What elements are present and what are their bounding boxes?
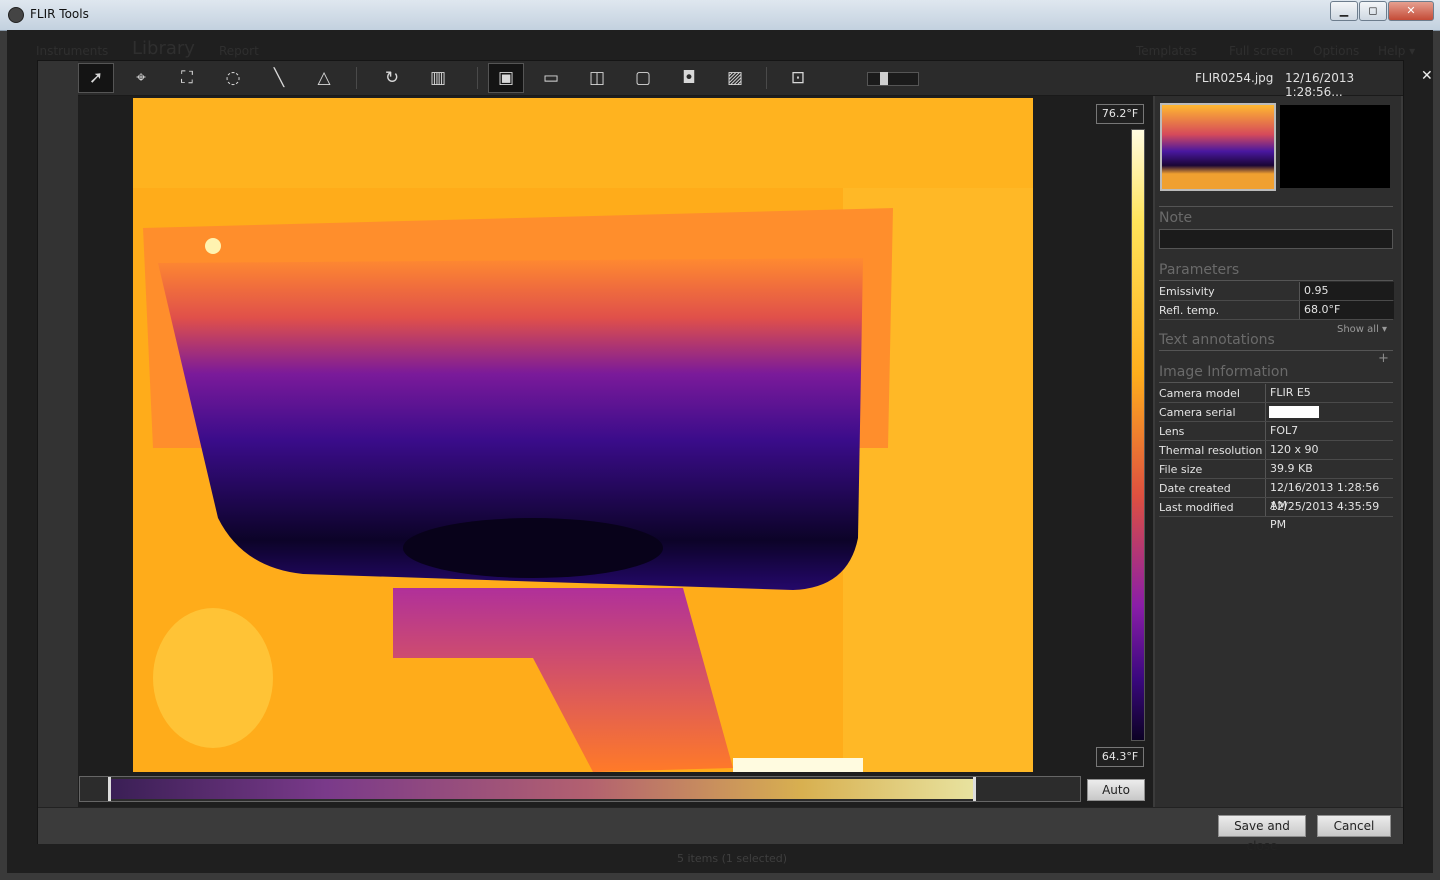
info-value: FOL7 [1265, 422, 1298, 440]
app-icon [8, 7, 24, 23]
info-row: Thermal resolution 120 x 90 [1159, 441, 1393, 460]
info-label: Camera serial [1159, 406, 1236, 419]
status-bar-text: 5 items (1 selected) [677, 852, 788, 865]
box-area-icon[interactable]: ⛶ [170, 64, 204, 92]
fit-icon[interactable]: ⊡ [781, 64, 815, 92]
rotate-icon[interactable]: ↻ [375, 64, 409, 92]
info-label: Camera model [1159, 387, 1240, 400]
info-label: Date created [1159, 482, 1231, 495]
info-label: Last modified [1159, 501, 1234, 514]
maximize-button[interactable]: ◻ [1359, 1, 1387, 21]
nav-fullscreen[interactable]: Full screen [1229, 44, 1293, 58]
image-mode-photo-icon[interactable]: ◘ [672, 64, 706, 92]
editor-toolbar: ➚ ⌖ ⛶ ◌ ╲ △ ↻ ▥ ▣ ▭ ◫ ▢ ◘ ▨ ⊡ FLIR0254.j… [78, 61, 1433, 99]
info-label: Lens [1159, 425, 1185, 438]
close-window-button[interactable]: ✕ [1388, 1, 1434, 21]
note-input[interactable] [1159, 229, 1393, 249]
show-all-link[interactable]: Show all ▾ [1337, 324, 1387, 335]
info-value: 12/25/2013 4:35:59 PM [1265, 498, 1393, 531]
section-divider [1159, 350, 1393, 351]
text-annotations-section-title: Text annotations [1159, 332, 1275, 348]
image-info-section-title: Image Information [1159, 364, 1289, 380]
thermal-image-graphic [133, 98, 1033, 772]
scale-max-temp[interactable]: 76.2°F [1096, 104, 1144, 124]
spotmeter-icon[interactable]: ⌖ [124, 64, 158, 92]
histogram-gradient [110, 779, 975, 799]
image-mode-pip-icon[interactable]: ▢ [626, 64, 660, 92]
zoom-slider[interactable] [867, 72, 919, 86]
nav-options[interactable]: Options [1313, 44, 1359, 58]
info-value: FLIR E5 [1265, 384, 1311, 402]
info-row: Last modified 12/25/2013 4:35:59 PM [1159, 498, 1393, 531]
info-label: File size [1159, 463, 1203, 476]
thumbnail-photo[interactable] [1280, 105, 1390, 188]
info-panel: Note Parameters Emissivity 0.95 Refl. te… [1155, 96, 1401, 807]
image-mode-thermal-icon[interactable]: ▣ [488, 63, 524, 93]
file-datetime: 12/16/2013 1:28:56... [1285, 71, 1355, 99]
info-label: Thermal resolution [1159, 444, 1263, 457]
section-divider [1159, 280, 1393, 281]
histogram-right-handle[interactable] [973, 777, 976, 801]
window-titlebar: FLIR Tools ▁ ◻ ✕ [0, 0, 1440, 31]
toolbar-separator [477, 67, 478, 89]
palette-icon[interactable]: ▥ [421, 64, 455, 92]
info-row: Camera model FLIR E5 [1159, 384, 1393, 403]
info-row: Date created 12/16/2013 1:28:56 AM [1159, 479, 1393, 512]
image-viewer: 76.2°F 64.3°F Auto [78, 96, 1153, 807]
auto-button[interactable]: Auto [1087, 779, 1145, 801]
temperature-scale-bar [1131, 129, 1145, 741]
section-divider [1159, 206, 1393, 207]
info-value: 39.9 KB [1265, 460, 1313, 478]
info-row: Lens FOL7 [1159, 422, 1393, 441]
param-row-emissivity: Emissivity 0.95 [1159, 282, 1394, 301]
param-label: Refl. temp. [1159, 304, 1220, 317]
section-divider [1159, 382, 1393, 383]
histogram-slider[interactable] [79, 776, 1081, 802]
ellipse-area-icon[interactable]: ◌ [216, 64, 250, 92]
minimize-button[interactable]: ▁ [1330, 1, 1358, 21]
param-label: Emissivity [1159, 285, 1215, 298]
camera-serial-redaction [1269, 406, 1319, 418]
note-section-title: Note [1159, 210, 1193, 226]
close-dialog-icon[interactable]: ✕ [1421, 68, 1433, 84]
dialog-footer: Save and close Cancel [38, 807, 1403, 853]
nav-templates[interactable]: Templates [1136, 44, 1197, 58]
scale-min-temp[interactable]: 64.3°F [1096, 747, 1144, 767]
parameters-section-title: Parameters [1159, 262, 1240, 278]
left-gutter [38, 61, 78, 807]
file-name: FLIR0254.jpg [1195, 71, 1274, 85]
info-row: File size 39.9 KB [1159, 460, 1393, 479]
zoom-slider-knob[interactable] [880, 72, 888, 85]
info-value: 12/16/2013 1:28:56 AM [1265, 479, 1393, 512]
image-mode-msx-icon[interactable]: ▭ [534, 64, 568, 92]
pointer-icon[interactable]: ➚ [78, 63, 114, 93]
line-icon[interactable]: ╲ [262, 64, 296, 92]
info-row: Camera serial [1159, 403, 1393, 422]
param-value-input[interactable]: 0.95 [1299, 282, 1394, 300]
thumbnail-thermal[interactable] [1160, 103, 1276, 191]
nav-report[interactable]: Report [219, 44, 259, 58]
nav-instruments[interactable]: Instruments [36, 44, 108, 58]
window-title: FLIR Tools [30, 7, 89, 21]
nav-help[interactable]: Help ▾ [1378, 44, 1415, 58]
histogram-left-handle[interactable] [108, 777, 111, 801]
save-and-close-button[interactable]: Save and close [1218, 815, 1306, 853]
param-row-refl-temp: Refl. temp. 68.0°F [1159, 301, 1394, 320]
param-value-input[interactable]: 68.0°F [1299, 301, 1394, 319]
image-editor-dialog: ➚ ⌖ ⛶ ◌ ╲ △ ↻ ▥ ▣ ▭ ◫ ▢ ◘ ▨ ⊡ FLIR0254.j… [37, 60, 1433, 853]
cancel-button[interactable]: Cancel [1317, 815, 1391, 837]
toolbar-separator [766, 67, 767, 89]
add-annotation-icon[interactable]: + [1378, 351, 1389, 366]
image-mode-digital-icon[interactable]: ▨ [718, 64, 752, 92]
image-mode-blend-icon[interactable]: ◫ [580, 64, 614, 92]
toolbar-separator [356, 67, 357, 89]
nav-library[interactable]: Library [132, 38, 195, 59]
delta-icon[interactable]: △ [307, 64, 341, 92]
info-value: 120 x 90 [1265, 441, 1319, 459]
thermal-image[interactable] [133, 98, 1033, 772]
